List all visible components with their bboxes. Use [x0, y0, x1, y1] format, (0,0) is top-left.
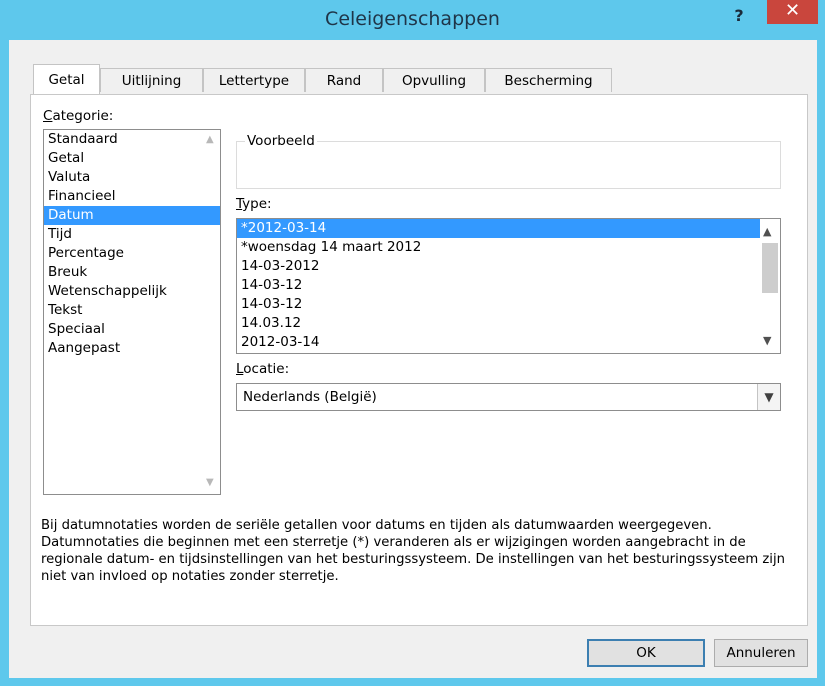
close-icon: ✕: [784, 0, 801, 21]
tab-panel-getal: Categorie: Standaard Getal Valuta Financiee…: [30, 94, 808, 626]
category-items: Standaard Getal Valuta Financieel Datum Tijd P…: [44, 130, 220, 358]
type-item[interactable]: *2012-03-14: [237, 219, 777, 238]
help-button[interactable]: ?: [726, 6, 752, 28]
category-item[interactable]: Datum: [44, 206, 220, 225]
scroll-up-icon[interactable]: ▲: [763, 225, 771, 238]
category-listbox[interactable]: Standaard Getal Valuta Financieel Datum Tijd P…: [43, 129, 221, 495]
category-item[interactable]: Wetenschappelijk: [44, 282, 220, 301]
type-item[interactable]: 14-03-12: [237, 276, 777, 295]
category-item[interactable]: Aangepast: [44, 339, 220, 358]
category-item[interactable]: Tekst: [44, 301, 220, 320]
tab-opvulling[interactable]: Opvulling: [383, 68, 485, 92]
type-scrollbar[interactable]: ▲ ▼: [760, 219, 780, 353]
cancel-button[interactable]: Annuleren: [714, 639, 808, 667]
scroll-down-icon[interactable]: ▼: [763, 334, 771, 347]
title-bar: Celeigenschappen ? ✕: [0, 0, 825, 40]
tab-uitlijning[interactable]: Uitlijning: [100, 68, 203, 92]
type-item[interactable]: 14-03-2012: [237, 257, 777, 276]
close-button[interactable]: ✕: [767, 0, 818, 24]
category-item[interactable]: Valuta: [44, 168, 220, 187]
window-title: Celeigenschappen: [325, 8, 500, 30]
dialog-client: Getal Uitlijning Lettertype Rand Opvulli…: [9, 40, 817, 678]
type-item[interactable]: 14-03-12: [237, 295, 777, 314]
scroll-thumb[interactable]: [762, 243, 778, 293]
type-items: *2012-03-14 *woensdag 14 maart 2012 14-03-…: [237, 219, 780, 352]
type-label: Type:: [236, 196, 272, 212]
type-item[interactable]: 14.03.12: [237, 314, 777, 333]
category-scrollbar[interactable]: ▲ ▼: [203, 130, 220, 494]
category-label: Categorie:: [43, 108, 113, 124]
type-listbox[interactable]: *2012-03-14 *woensdag 14 maart 2012 14-03-…: [236, 218, 781, 354]
scroll-down-icon[interactable]: ▼: [206, 477, 214, 488]
category-item[interactable]: Breuk: [44, 263, 220, 282]
category-item[interactable]: Percentage: [44, 244, 220, 263]
tab-bescherming[interactable]: Bescherming: [485, 68, 612, 92]
dialog-window: Celeigenschappen ? ✕ Getal Uitlijning Le…: [0, 0, 825, 686]
locatie-combobox[interactable]: Nederlands (België) ▼: [236, 383, 781, 411]
type-label-rest: ype:: [242, 196, 272, 212]
locatie-label-rest: ocatie:: [243, 361, 290, 377]
type-item[interactable]: 2012-03-14: [237, 333, 777, 352]
ok-button[interactable]: OK: [587, 639, 705, 667]
category-item[interactable]: Speciaal: [44, 320, 220, 339]
category-item[interactable]: Getal: [44, 149, 220, 168]
type-item[interactable]: *woensdag 14 maart 2012: [237, 238, 777, 257]
locatie-value: Nederlands (België): [243, 389, 377, 405]
category-item[interactable]: Tijd: [44, 225, 220, 244]
preview-legend: Voorbeeld: [245, 133, 317, 149]
format-description: Bij datumnotaties worden de seriële geta…: [41, 518, 785, 584]
tab-lettertype[interactable]: Lettertype: [203, 68, 305, 92]
locatie-dropdown-button[interactable]: ▼: [757, 384, 780, 410]
tab-getal[interactable]: Getal: [33, 64, 100, 94]
category-item[interactable]: Standaard: [44, 130, 220, 149]
scroll-up-icon[interactable]: ▲: [206, 134, 214, 145]
preview-group: Voorbeeld: [236, 133, 781, 189]
category-item[interactable]: Financieel: [44, 187, 220, 206]
category-label-rest: ategorie:: [52, 108, 114, 124]
chevron-down-icon: ▼: [764, 390, 774, 404]
tab-rand[interactable]: Rand: [305, 68, 383, 92]
locatie-label: Locatie:: [236, 361, 289, 377]
